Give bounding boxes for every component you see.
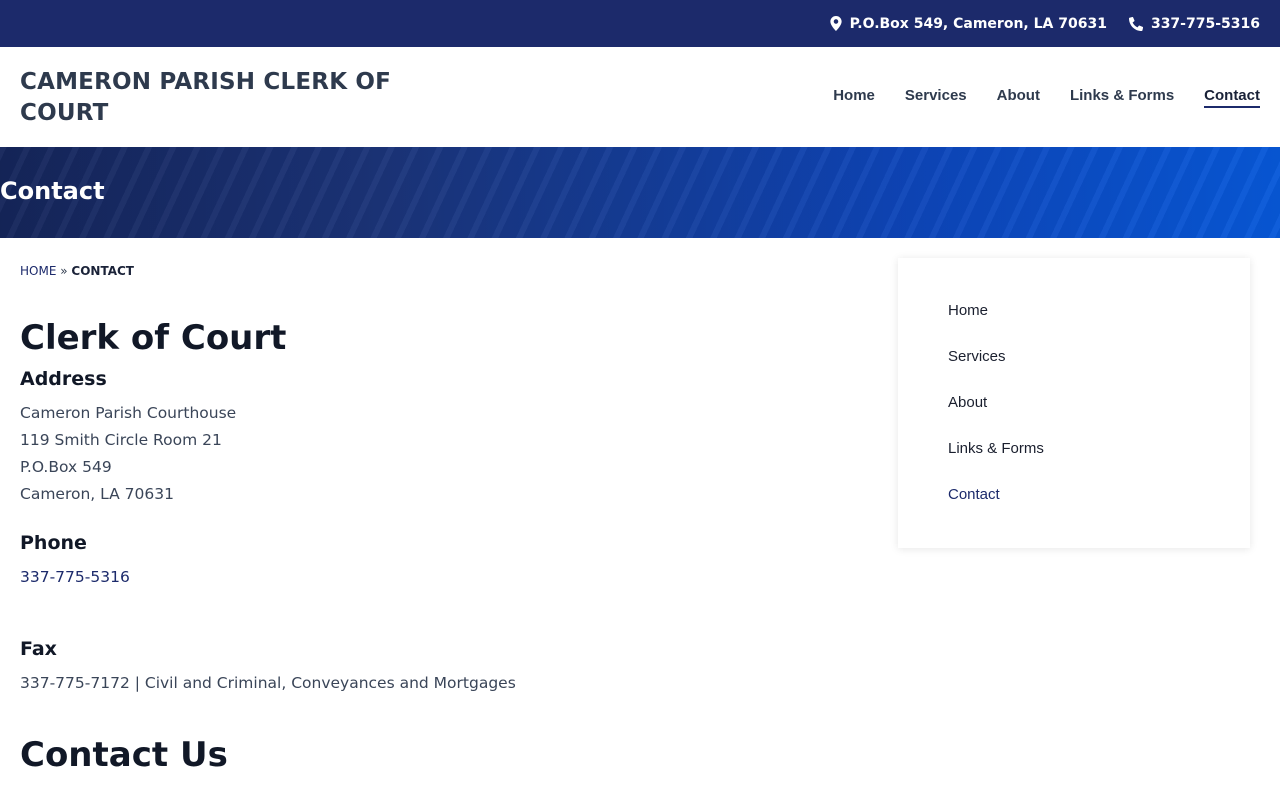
- sidebar-item-contact[interactable]: Contact: [948, 484, 1250, 530]
- main-nav: Home Services About Links & Forms Contac…: [833, 87, 1260, 108]
- hero-title: Contact: [0, 177, 105, 205]
- nav-links-forms[interactable]: Links & Forms: [1070, 87, 1174, 108]
- address-line: 119 Smith Circle Room 21: [20, 431, 222, 449]
- sidebar-item-services[interactable]: Services: [948, 346, 1250, 392]
- nav-about[interactable]: About: [997, 87, 1040, 108]
- sidebar-menu: Home Services About Links & Forms Contac…: [898, 258, 1250, 548]
- page-heading: Clerk of Court: [20, 318, 287, 358]
- hero-banner: Contact: [0, 147, 1280, 238]
- fax-text: 337-775-7172 | Civil and Criminal, Conve…: [20, 674, 516, 692]
- site-header: CAMERON PARISH CLERK OF COURT Home Servi…: [0, 47, 1280, 147]
- nav-services[interactable]: Services: [905, 87, 967, 108]
- phone-link[interactable]: 337-775-5316: [20, 568, 130, 586]
- topbar-address-text: P.O.Box 549, Cameron, LA 70631: [849, 15, 1107, 32]
- sidebar-item-about[interactable]: About: [948, 392, 1250, 438]
- top-info-bar: P.O.Box 549, Cameron, LA 70631 337-775-5…: [0, 0, 1280, 47]
- breadcrumb-home[interactable]: HOME: [20, 264, 56, 278]
- topbar-address[interactable]: P.O.Box 549, Cameron, LA 70631: [829, 15, 1107, 32]
- topbar-phone-text: 337-775-5316: [1150, 15, 1260, 32]
- contact-us-heading: Contact Us: [20, 735, 228, 775]
- phone-heading: Phone: [20, 532, 87, 554]
- site-title[interactable]: CAMERON PARISH CLERK OF COURT: [20, 67, 420, 129]
- nav-home[interactable]: Home: [833, 87, 875, 108]
- topbar-phone[interactable]: 337-775-5316: [1128, 15, 1260, 32]
- address-line: P.O.Box 549: [20, 458, 112, 476]
- phone-icon: [1128, 16, 1143, 31]
- map-pin-icon: [829, 16, 842, 31]
- sidebar-item-home[interactable]: Home: [948, 300, 1250, 346]
- breadcrumb-current: CONTACT: [71, 264, 134, 278]
- address-line: Cameron Parish Courthouse: [20, 404, 237, 422]
- breadcrumb-separator: »: [60, 264, 68, 278]
- sidebar-item-links-forms[interactable]: Links & Forms: [948, 438, 1250, 484]
- main-content: Clerk of Court Address Cameron Parish Co…: [20, 318, 840, 783]
- nav-contact[interactable]: Contact: [1204, 87, 1260, 108]
- address-heading: Address: [20, 368, 107, 390]
- breadcrumb: HOME » CONTACT: [20, 264, 134, 278]
- fax-heading: Fax: [20, 638, 57, 660]
- address-line: Cameron, LA 70631: [20, 485, 174, 503]
- address-block: Cameron Parish Courthouse 119 Smith Circ…: [20, 400, 840, 508]
